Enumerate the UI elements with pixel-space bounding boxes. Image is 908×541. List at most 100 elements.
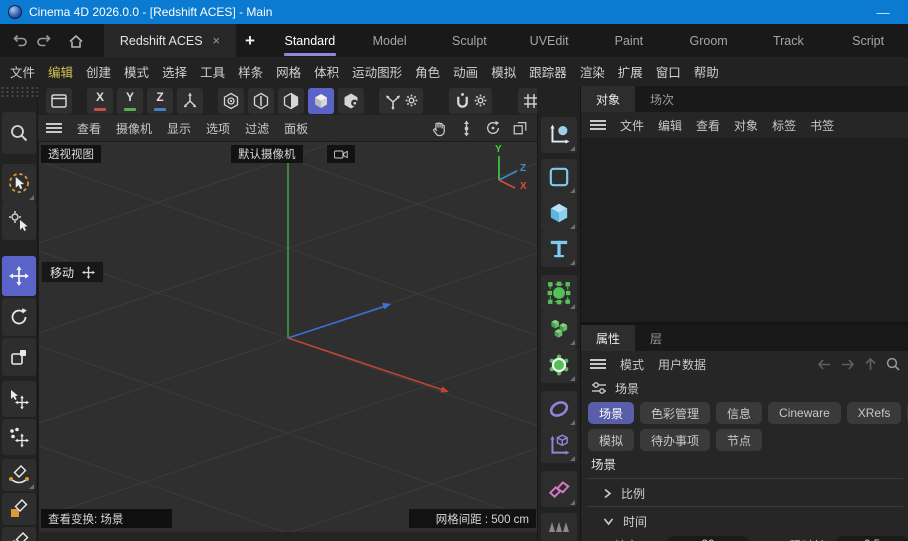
history-forward-icon[interactable] <box>841 359 855 370</box>
new-tab-button[interactable]: + <box>238 24 262 57</box>
tab-takes[interactable]: 场次 <box>635 86 689 112</box>
attribute-search-icon[interactable] <box>886 357 900 371</box>
om-menu-file[interactable]: 文件 <box>620 117 644 134</box>
menu-mode[interactable]: 模式 <box>124 62 149 81</box>
tab-objects[interactable]: 对象 <box>581 86 635 112</box>
om-menu-tags[interactable]: 标签 <box>772 117 796 134</box>
menu-mograph[interactable]: 运动图形 <box>352 62 402 81</box>
create-scene-helper-button[interactable] <box>541 427 577 463</box>
viewport-bottom-handle[interactable] <box>38 532 537 541</box>
am-menu-mode[interactable]: 模式 <box>620 356 644 373</box>
polygons-mode-button[interactable] <box>278 88 304 114</box>
spline-pen-button[interactable] <box>2 459 36 491</box>
layout-tab-groom[interactable]: Groom <box>669 24 749 57</box>
lock-z-axis-button[interactable]: Z <box>147 88 173 114</box>
attr-tab-nodes[interactable]: 节点 <box>716 429 762 451</box>
attr-tab-xrefs[interactable]: XRefs <box>847 402 902 424</box>
viewport-menu-options[interactable]: 选项 <box>206 120 230 137</box>
menu-render[interactable]: 渲染 <box>580 62 605 81</box>
create-primitive-button[interactable] <box>541 195 577 231</box>
menu-extensions[interactable]: 扩展 <box>618 62 643 81</box>
attr-tab-cineware[interactable]: Cineware <box>768 402 841 424</box>
create-deformer-button[interactable] <box>541 347 577 383</box>
cube-spline-button[interactable] <box>2 527 36 541</box>
create-extra-button[interactable] <box>541 513 577 541</box>
attr-tab-todo[interactable]: 待办事项 <box>640 429 710 451</box>
orbit-view-button[interactable] <box>484 119 502 137</box>
edges-mode-button[interactable] <box>248 88 274 114</box>
toggle-views-button[interactable] <box>511 119 529 137</box>
document-tab[interactable]: Redshift ACES × <box>104 24 236 57</box>
make-editable-button[interactable] <box>46 88 72 114</box>
layout-tab-model[interactable]: Model <box>350 24 430 57</box>
lock-y-axis-button[interactable]: Y <box>117 88 143 114</box>
move-tool-button[interactable] <box>2 256 36 296</box>
viewport-menu-view[interactable]: 查看 <box>77 120 101 137</box>
om-menu-edit[interactable]: 编辑 <box>658 117 682 134</box>
object-manager-hamburger-icon[interactable] <box>590 119 606 131</box>
camera-name-label[interactable]: 默认摄像机 <box>231 145 303 163</box>
attr-tab-info[interactable]: 信息 <box>716 402 762 424</box>
attribute-hamburger-icon[interactable] <box>590 358 606 370</box>
layout-tab-paint[interactable]: Paint <box>589 24 669 57</box>
layout-tab-track[interactable]: Track <box>749 24 829 57</box>
viewport-hamburger-icon[interactable] <box>46 122 62 134</box>
view-name-label[interactable]: 透视视图 <box>41 145 101 163</box>
rectangle-spline-button[interactable] <box>2 493 36 525</box>
create-field-button[interactable] <box>541 391 577 427</box>
menu-help[interactable]: 帮助 <box>694 62 719 81</box>
menu-volume[interactable]: 体积 <box>314 62 339 81</box>
fps-input[interactable]: 30 <box>666 536 750 541</box>
om-menu-bookmarks[interactable]: 书签 <box>810 117 834 134</box>
layout-tab-script[interactable]: Script <box>828 24 908 57</box>
create-null-button[interactable] <box>541 117 577 153</box>
attr-tab-color-management[interactable]: 色彩管理 <box>640 402 710 424</box>
model-mode-button[interactable] <box>308 88 334 114</box>
om-menu-view[interactable]: 查看 <box>696 117 720 134</box>
create-instance-button[interactable] <box>541 471 577 507</box>
attr-tab-scene[interactable]: 场景 <box>588 402 634 424</box>
menu-select[interactable]: 选择 <box>162 62 187 81</box>
tab-layers[interactable]: 层 <box>635 325 677 351</box>
live-selection-button[interactable] <box>2 164 36 202</box>
project-duration-input[interactable]: 0.5 <box>835 536 908 541</box>
viewport-menu-display[interactable]: 显示 <box>167 120 191 137</box>
attr-tab-simulation[interactable]: 模拟 <box>588 429 634 451</box>
viewport-menu-filter[interactable]: 过滤 <box>245 120 269 137</box>
menu-simulate[interactable]: 模拟 <box>491 62 516 81</box>
dolly-view-button[interactable] <box>457 119 475 137</box>
camera-select-button[interactable] <box>327 145 355 163</box>
palette-drag-handle[interactable] <box>0 86 38 98</box>
layout-tab-sculpt[interactable]: Sculpt <box>430 24 510 57</box>
object-list[interactable] <box>581 138 908 322</box>
select-move-tool-button[interactable] <box>2 381 36 417</box>
create-volume-button[interactable] <box>541 311 577 347</box>
om-menu-objects[interactable]: 对象 <box>734 117 758 134</box>
menu-edit[interactable]: 编辑 <box>48 62 73 81</box>
toolbar-drag-handle[interactable] <box>537 86 580 115</box>
viewport-canvas[interactable]: 透视视图 默认摄像机 Y Z X 移动 查看变换: 场景 网格间距 : 500 … <box>38 142 537 532</box>
pan-view-button[interactable] <box>430 119 448 137</box>
tweak-tool-button[interactable] <box>2 202 36 240</box>
group-scale[interactable]: 比例 <box>581 482 908 504</box>
rotate-tool-button[interactable] <box>2 298 36 336</box>
home-button[interactable] <box>66 32 86 50</box>
close-tab-icon[interactable]: × <box>213 33 221 48</box>
scale-tool-button[interactable] <box>2 338 36 376</box>
group-time[interactable]: 时间 <box>581 510 908 532</box>
menu-tools[interactable]: 工具 <box>200 62 225 81</box>
viewport-menu-panel[interactable]: 面板 <box>284 120 308 137</box>
lock-x-axis-button[interactable]: X <box>87 88 113 114</box>
menu-create[interactable]: 创建 <box>86 62 111 81</box>
layout-tab-uvedit[interactable]: UVEdit <box>509 24 589 57</box>
coordinate-system-button[interactable] <box>177 88 203 114</box>
layout-tab-standard[interactable]: Standard <box>270 24 350 57</box>
create-generator-button[interactable] <box>541 275 577 311</box>
go-up-icon[interactable] <box>865 358 876 371</box>
find-tool-button[interactable] <box>2 112 36 154</box>
menu-window[interactable]: 窗口 <box>656 62 681 81</box>
menu-tracker[interactable]: 跟踪器 <box>529 62 567 81</box>
menu-mesh[interactable]: 网格 <box>276 62 301 81</box>
menu-character[interactable]: 角色 <box>415 62 440 81</box>
axis-mode-button[interactable] <box>379 88 423 114</box>
